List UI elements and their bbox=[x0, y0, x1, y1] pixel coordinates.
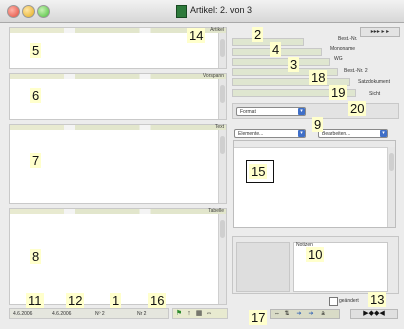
chevron-down-icon: ▾ bbox=[380, 130, 387, 137]
list-header bbox=[234, 141, 395, 148]
field-row-wg[interactable] bbox=[232, 58, 330, 66]
marker-16: 16 bbox=[148, 293, 167, 308]
tool-strip: ⚑ ↑ ▦ ⇔ bbox=[172, 308, 228, 319]
marker-11: 11 bbox=[26, 293, 44, 308]
document-icon bbox=[176, 5, 187, 18]
date-modified: 4.6.2006 bbox=[52, 311, 72, 317]
field-label-mononame: Mononame bbox=[330, 46, 356, 52]
field-label-wg: WG bbox=[334, 56, 343, 62]
marker-18: 18 bbox=[309, 70, 328, 85]
sort-icon[interactable]: ⇅ bbox=[283, 311, 291, 318]
section-header-strip bbox=[10, 74, 226, 79]
marker-5: 5 bbox=[30, 43, 42, 58]
notes-panel: Notizen bbox=[232, 236, 399, 294]
marker-15: 15 bbox=[249, 164, 268, 179]
record-navigation[interactable]: ▸▸▸ ▸ ▸ bbox=[360, 27, 400, 37]
date-created: 4.6.2006 bbox=[13, 311, 33, 317]
list-scrollbar[interactable] bbox=[387, 147, 395, 227]
section-scrollbar[interactable] bbox=[218, 33, 226, 68]
format-select-value: Format bbox=[240, 109, 256, 115]
control-strip: ⇔ ⇅ ➔ ➔ a bbox=[270, 309, 340, 319]
marker-tool-icon[interactable]: ↑ bbox=[185, 310, 193, 318]
section-header-strip bbox=[10, 209, 226, 214]
arrow-right-icon[interactable]: ➔ bbox=[295, 311, 303, 318]
window-title: Artikel: 2. von 3 bbox=[190, 5, 253, 15]
chevron-down-icon: ▾ bbox=[298, 108, 305, 115]
notes-preview bbox=[236, 242, 290, 292]
close-button[interactable] bbox=[7, 5, 20, 18]
field-label-sicht: Sicht bbox=[369, 91, 381, 97]
edit-select[interactable]: Bearbeiten... ▾ bbox=[318, 129, 388, 138]
marker-8: 8 bbox=[30, 249, 42, 264]
minimize-button[interactable] bbox=[22, 5, 35, 18]
grid-tool-icon[interactable]: ▦ bbox=[195, 310, 203, 318]
title-bar: Artikel: 2. von 3 bbox=[0, 0, 404, 23]
marker-20: 20 bbox=[348, 101, 367, 116]
marker-10: 10 bbox=[306, 247, 325, 262]
field-row-best-nr[interactable] bbox=[232, 38, 304, 46]
section-header-strip bbox=[10, 125, 226, 130]
marker-4: 4 bbox=[270, 42, 282, 57]
format-tool-icon[interactable]: ⚑ bbox=[175, 310, 183, 318]
section-vorspann[interactable]: Vorspann bbox=[9, 73, 227, 120]
elements-select[interactable]: Elemente... ▾ bbox=[234, 129, 306, 138]
section-text[interactable]: Text bbox=[9, 124, 227, 204]
changed-label: geändert bbox=[339, 298, 359, 304]
field-label-best-nr: Best.-Nr. bbox=[338, 36, 358, 42]
field-label-best-nr-2: Best.-Nr. 2 bbox=[344, 68, 368, 74]
section-scrollbar[interactable] bbox=[218, 79, 226, 119]
marker-6: 6 bbox=[30, 88, 42, 103]
section-scrollbar[interactable] bbox=[218, 130, 226, 203]
marker-2: 2 bbox=[252, 27, 264, 42]
section-scrollbar[interactable] bbox=[218, 214, 226, 304]
marker-3: 3 bbox=[288, 57, 300, 72]
marker-7: 7 bbox=[30, 153, 42, 168]
arrow-right-2-icon[interactable]: ➔ bbox=[307, 311, 315, 318]
zoom-button[interactable] bbox=[37, 5, 50, 18]
format-select[interactable]: Format ▾ bbox=[236, 107, 306, 116]
changed-checkbox[interactable] bbox=[329, 297, 338, 306]
marker-12: 12 bbox=[66, 293, 85, 308]
marker-1: 1 bbox=[110, 293, 122, 308]
record-number-2: Nr 2 bbox=[137, 311, 147, 317]
record-number: Nº 2 bbox=[95, 311, 105, 317]
marker-17: 17 bbox=[249, 310, 268, 325]
marker-13: 13 bbox=[368, 292, 387, 307]
section-tabelle[interactable]: Tabelle bbox=[9, 208, 227, 305]
marker-14: 14 bbox=[187, 28, 206, 43]
marker-19: 19 bbox=[329, 85, 348, 100]
link-tool-icon[interactable]: ⇔ bbox=[205, 310, 213, 318]
elements-select-value: Elemente... bbox=[238, 131, 264, 137]
field-label-satzdokument: Satzdokument bbox=[358, 79, 390, 85]
text-icon[interactable]: a bbox=[319, 311, 327, 318]
chevron-down-icon: ▾ bbox=[298, 130, 305, 137]
app-window: Artikel: 2. von 3 Artikel Vorspann Text … bbox=[0, 0, 404, 329]
link-icon[interactable]: ⇔ bbox=[273, 311, 281, 318]
status-bar: 4.6.2006 4.6.2006 Nº 2 Nr 2 bbox=[9, 308, 169, 319]
elements-list[interactable] bbox=[233, 140, 396, 228]
edit-select-value: Bearbeiten... bbox=[322, 131, 351, 137]
marker-9: 9 bbox=[312, 117, 324, 132]
playback-controls[interactable]: ▶◆◆◀ bbox=[350, 309, 398, 319]
